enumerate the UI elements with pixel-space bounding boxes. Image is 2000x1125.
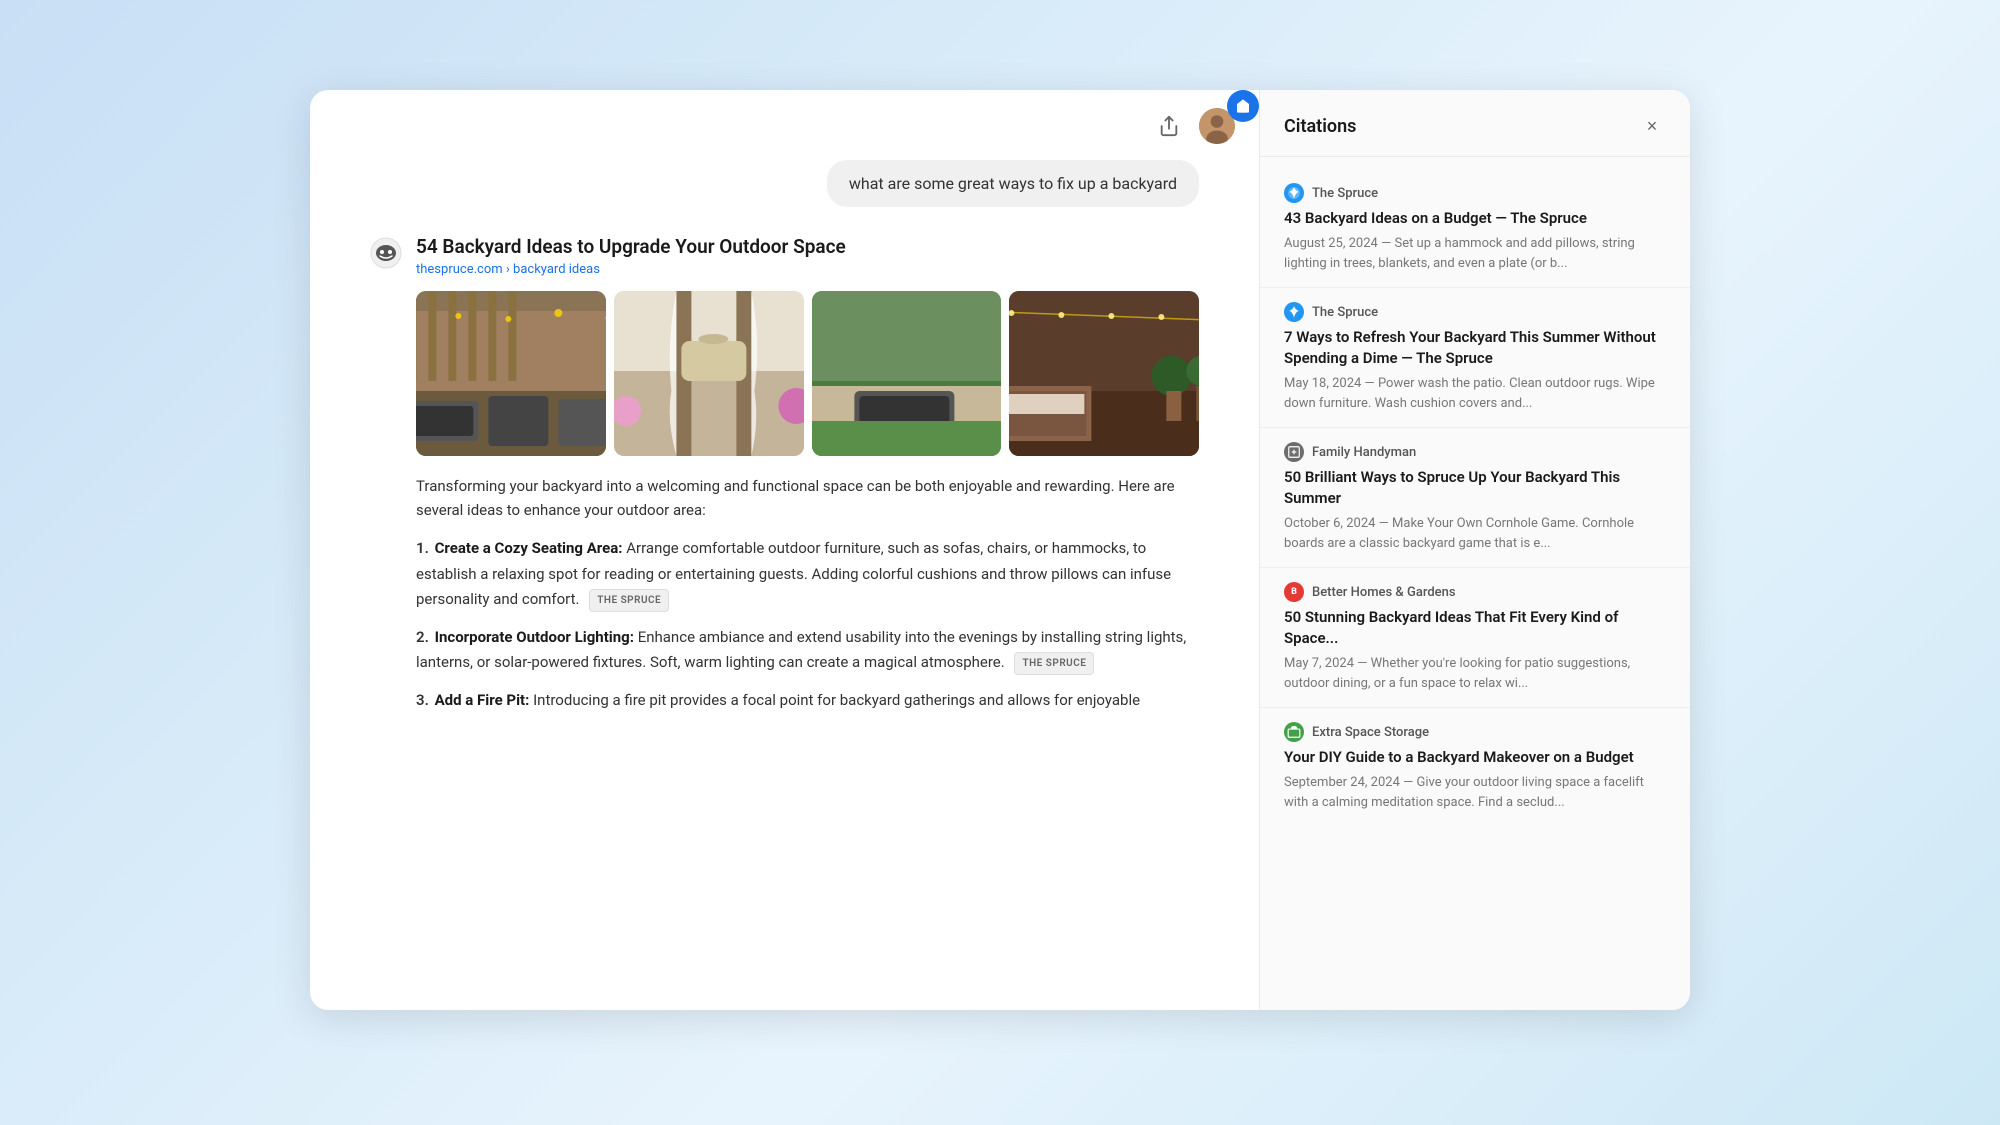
citation-item-2: The Spruce 7 Ways to Refresh Your Backya… xyxy=(1260,288,1690,428)
breadcrumb-page-link[interactable]: backyard ideas xyxy=(513,262,600,277)
citation-1-date: August 25, 2024 xyxy=(1284,236,1378,251)
breadcrumb-arrow: › xyxy=(506,262,513,277)
list-item-3-body: Introducing a fire pit provides a focal … xyxy=(533,691,1140,709)
backyard-images-row xyxy=(416,291,1199,456)
backyard-image-1 xyxy=(416,291,606,456)
citation-4-source-icon: B xyxy=(1284,582,1304,602)
chat-content: what are some great ways to fix up a bac… xyxy=(310,156,1259,1010)
response-intro-text: Transforming your backyard into a welcom… xyxy=(416,474,1199,522)
citation-3-source: Family Handyman xyxy=(1284,442,1666,462)
citations-list: The Spruce 43 Backyard Ideas on a Budget… xyxy=(1260,157,1690,1010)
list-item-1-title: Create a Cozy Seating Area: xyxy=(435,539,623,557)
citation-2-source-icon xyxy=(1284,302,1304,322)
main-container: what are some great ways to fix up a bac… xyxy=(310,90,1690,1010)
ai-response-row: 54 Backyard Ideas to Upgrade Your Outdoo… xyxy=(370,235,1199,725)
citation-5-source-name: Extra Space Storage xyxy=(1312,725,1429,740)
citation-2-headline[interactable]: 7 Ways to Refresh Your Backyard This Sum… xyxy=(1284,327,1666,369)
citations-panel: Citations × The Spruce 43 Backyard Ideas… xyxy=(1260,90,1690,1010)
result-breadcrumb: thespruce.com › backyard ideas xyxy=(416,262,846,277)
list-item-3: 3. Add a Fire Pit: Introducing a fire pi… xyxy=(416,688,1199,714)
citation-4-date: May 7, 2024 xyxy=(1284,656,1354,671)
ai-icon xyxy=(370,237,402,269)
backyard-image-3 xyxy=(812,291,1002,456)
citation-3-headline[interactable]: 50 Brilliant Ways to Spruce Up Your Back… xyxy=(1284,467,1666,509)
citation-item-1: The Spruce 43 Backyard Ideas on a Budget… xyxy=(1260,169,1690,288)
citations-title: Citations xyxy=(1284,116,1356,137)
result-home-icon xyxy=(1227,90,1259,122)
response-list: 1. Create a Cozy Seating Area: Arrange c… xyxy=(416,536,1199,713)
user-message-area: what are some great ways to fix up a bac… xyxy=(370,156,1199,160)
citations-header: Citations × xyxy=(1260,90,1690,157)
citation-1-source: The Spruce xyxy=(1284,183,1666,203)
citation-5-source: Extra Space Storage xyxy=(1284,722,1666,742)
citation-5-headline[interactable]: Your DIY Guide to a Backyard Makeover on… xyxy=(1284,747,1666,768)
citation-3-source-name: Family Handyman xyxy=(1312,445,1416,460)
backyard-image-4 xyxy=(1009,291,1199,456)
breadcrumb-site-link[interactable]: thespruce.com xyxy=(416,262,503,277)
response-body: 54 Backyard Ideas to Upgrade Your Outdoo… xyxy=(416,235,1199,725)
citation-3-source-icon xyxy=(1284,442,1304,462)
citation-4-headline[interactable]: 50 Stunning Backyard Ideas That Fit Ever… xyxy=(1284,607,1666,649)
list-item-1: 1. Create a Cozy Seating Area: Arrange c… xyxy=(416,536,1199,613)
citation-item-3: Family Handyman 50 Brilliant Ways to Spr… xyxy=(1260,428,1690,568)
user-message-text: what are some great ways to fix up a bac… xyxy=(849,174,1177,193)
list-item-2-title: Incorporate Outdoor Lighting: xyxy=(435,628,634,646)
citation-2-source-name: The Spruce xyxy=(1312,305,1378,320)
chat-header xyxy=(310,90,1259,156)
citation-2-source: The Spruce xyxy=(1284,302,1666,322)
citation-4-source-name: Better Homes & Gardens xyxy=(1312,585,1456,600)
citation-1-source-icon xyxy=(1284,183,1304,203)
result-title-section: 54 Backyard Ideas to Upgrade Your Outdoo… xyxy=(416,235,846,291)
list-item-2-source-tag[interactable]: THE SPRUCE xyxy=(1014,652,1094,675)
user-message-bubble: what are some great ways to fix up a bac… xyxy=(827,160,1199,207)
citation-2-snippet: May 18, 2024 — Power wash the patio. Cle… xyxy=(1284,374,1666,413)
result-title-row: 54 Backyard Ideas to Upgrade Your Outdoo… xyxy=(416,235,1199,291)
list-item-2-number: 2. xyxy=(416,628,429,646)
list-item-3-title: Add a Fire Pit: xyxy=(435,691,530,709)
share-button[interactable] xyxy=(1151,108,1187,144)
close-button[interactable]: × xyxy=(1638,112,1666,140)
citation-5-source-icon xyxy=(1284,722,1304,742)
citation-3-snippet: October 6, 2024 — Make Your Own Cornhole… xyxy=(1284,514,1666,553)
citation-1-snippet: August 25, 2024 — Set up a hammock and a… xyxy=(1284,234,1666,273)
citation-4-source: B Better Homes & Gardens xyxy=(1284,582,1666,602)
citation-4-snippet: May 7, 2024 — Whether you're looking for… xyxy=(1284,654,1666,693)
backyard-image-2 xyxy=(614,291,804,456)
list-item-1-number: 1. xyxy=(416,539,429,557)
result-title: 54 Backyard Ideas to Upgrade Your Outdoo… xyxy=(416,235,846,258)
list-item-1-source-tag[interactable]: THE SPRUCE xyxy=(589,589,669,612)
citation-5-snippet: September 24, 2024 — Give your outdoor l… xyxy=(1284,773,1666,812)
citation-item-5: Extra Space Storage Your DIY Guide to a … xyxy=(1260,708,1690,826)
citation-item-4: B Better Homes & Gardens 50 Stunning Bac… xyxy=(1260,568,1690,708)
chat-panel: what are some great ways to fix up a bac… xyxy=(310,90,1259,1010)
list-item-3-number: 3. xyxy=(416,691,429,709)
citation-2-date: May 18, 2024 xyxy=(1284,376,1361,391)
citation-5-date: September 24, 2024 xyxy=(1284,775,1400,790)
list-item-2: 2. Incorporate Outdoor Lighting: Enhance… xyxy=(416,625,1199,676)
citation-3-date: October 6, 2024 xyxy=(1284,516,1375,531)
citation-1-headline[interactable]: 43 Backyard Ideas on a Budget — The Spru… xyxy=(1284,208,1666,229)
citation-1-source-name: The Spruce xyxy=(1312,186,1378,201)
